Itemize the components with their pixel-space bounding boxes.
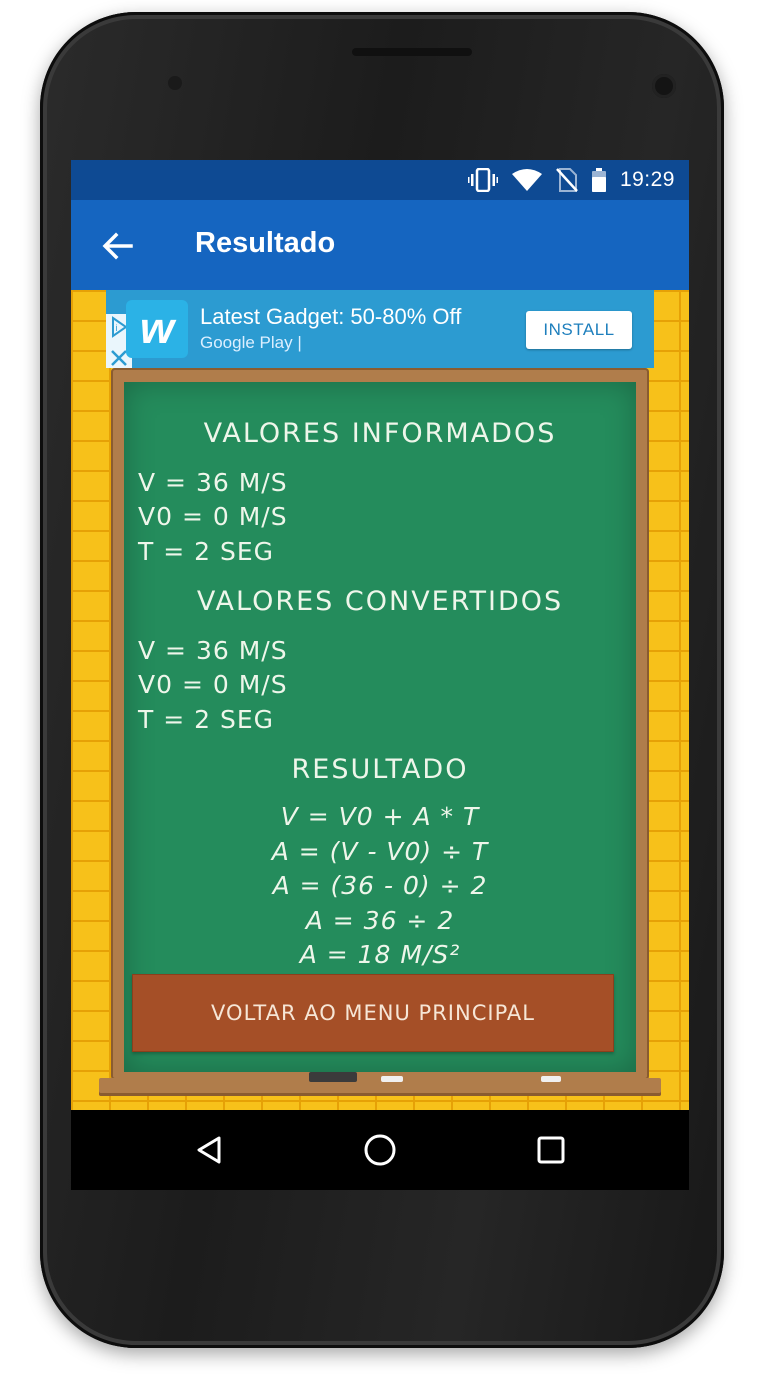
chalk-piece	[381, 1076, 403, 1082]
screen: 19:29 Resultado i w Latest Gadget: 50-80…	[71, 160, 689, 1190]
informed-line: T = 2 SEG	[138, 537, 275, 566]
battery-icon	[591, 168, 606, 192]
ad-app-logo: w	[126, 300, 188, 358]
ad-subtitle: Google Play |	[200, 333, 302, 352]
brick-wall-background: i w Latest Gadget: 50-80% Off Google Pla…	[71, 290, 689, 1110]
converted-line: T = 2 SEG	[138, 705, 275, 734]
informed-heading: VALORES INFORMADOS	[203, 418, 557, 449]
proximity-sensor	[168, 76, 182, 90]
converted-line: V0 = 0 M/S	[138, 670, 288, 699]
ad-banner[interactable]: i w Latest Gadget: 50-80% Off Google Pla…	[106, 290, 654, 368]
converted-line: V = 36 M/S	[138, 636, 288, 665]
ad-title: Latest Gadget: 50-80% Off	[200, 304, 462, 329]
status-bar: 19:29	[71, 160, 689, 200]
navigation-bar	[71, 1110, 689, 1190]
chalkboard-ledge	[99, 1078, 661, 1096]
chalkboard: VALORES INFORMADOS V = 36 M/S V0 = 0 M/S…	[124, 382, 636, 1072]
front-camera	[652, 74, 676, 98]
page-title: Resultado	[195, 227, 336, 259]
informed-line: V = 36 M/S	[138, 468, 288, 497]
arrow-back-icon[interactable]	[97, 226, 137, 266]
wifi-icon	[511, 169, 542, 191]
back-to-main-menu-button[interactable]: VOLTAR AO MENU PRINCIPAL	[132, 974, 614, 1052]
vibrate-icon	[467, 168, 498, 192]
app-bar: Resultado	[71, 200, 689, 290]
converted-heading: VALORES CONVERTIDOS	[196, 586, 564, 617]
result-line: V = V0 + A * T	[280, 802, 480, 831]
result-line: A = (36 - 0) ÷ 2	[272, 871, 488, 900]
back-triangle-icon[interactable]	[189, 1130, 229, 1170]
no-sim-icon	[556, 168, 578, 192]
result-line: A = (V - V0) ÷ T	[271, 837, 489, 866]
informed-line: V0 = 0 M/S	[138, 502, 288, 531]
home-circle-icon[interactable]	[360, 1130, 400, 1170]
result-line: A = 36 ÷ 2	[305, 906, 455, 935]
earpiece-speaker	[352, 48, 472, 56]
chalk-piece	[541, 1076, 561, 1082]
chalkboard-frame: VALORES INFORMADOS V = 36 M/S V0 = 0 M/S…	[111, 368, 649, 1080]
status-time: 19:29	[619, 168, 675, 191]
eraser	[309, 1072, 357, 1082]
ad-install-button[interactable]: INSTALL	[526, 311, 632, 349]
recents-square-icon[interactable]	[531, 1130, 571, 1170]
svg-text:i: i	[116, 323, 118, 333]
result-heading: RESULTADO	[291, 754, 469, 785]
result-line: A = 18 M/S²	[299, 940, 461, 969]
